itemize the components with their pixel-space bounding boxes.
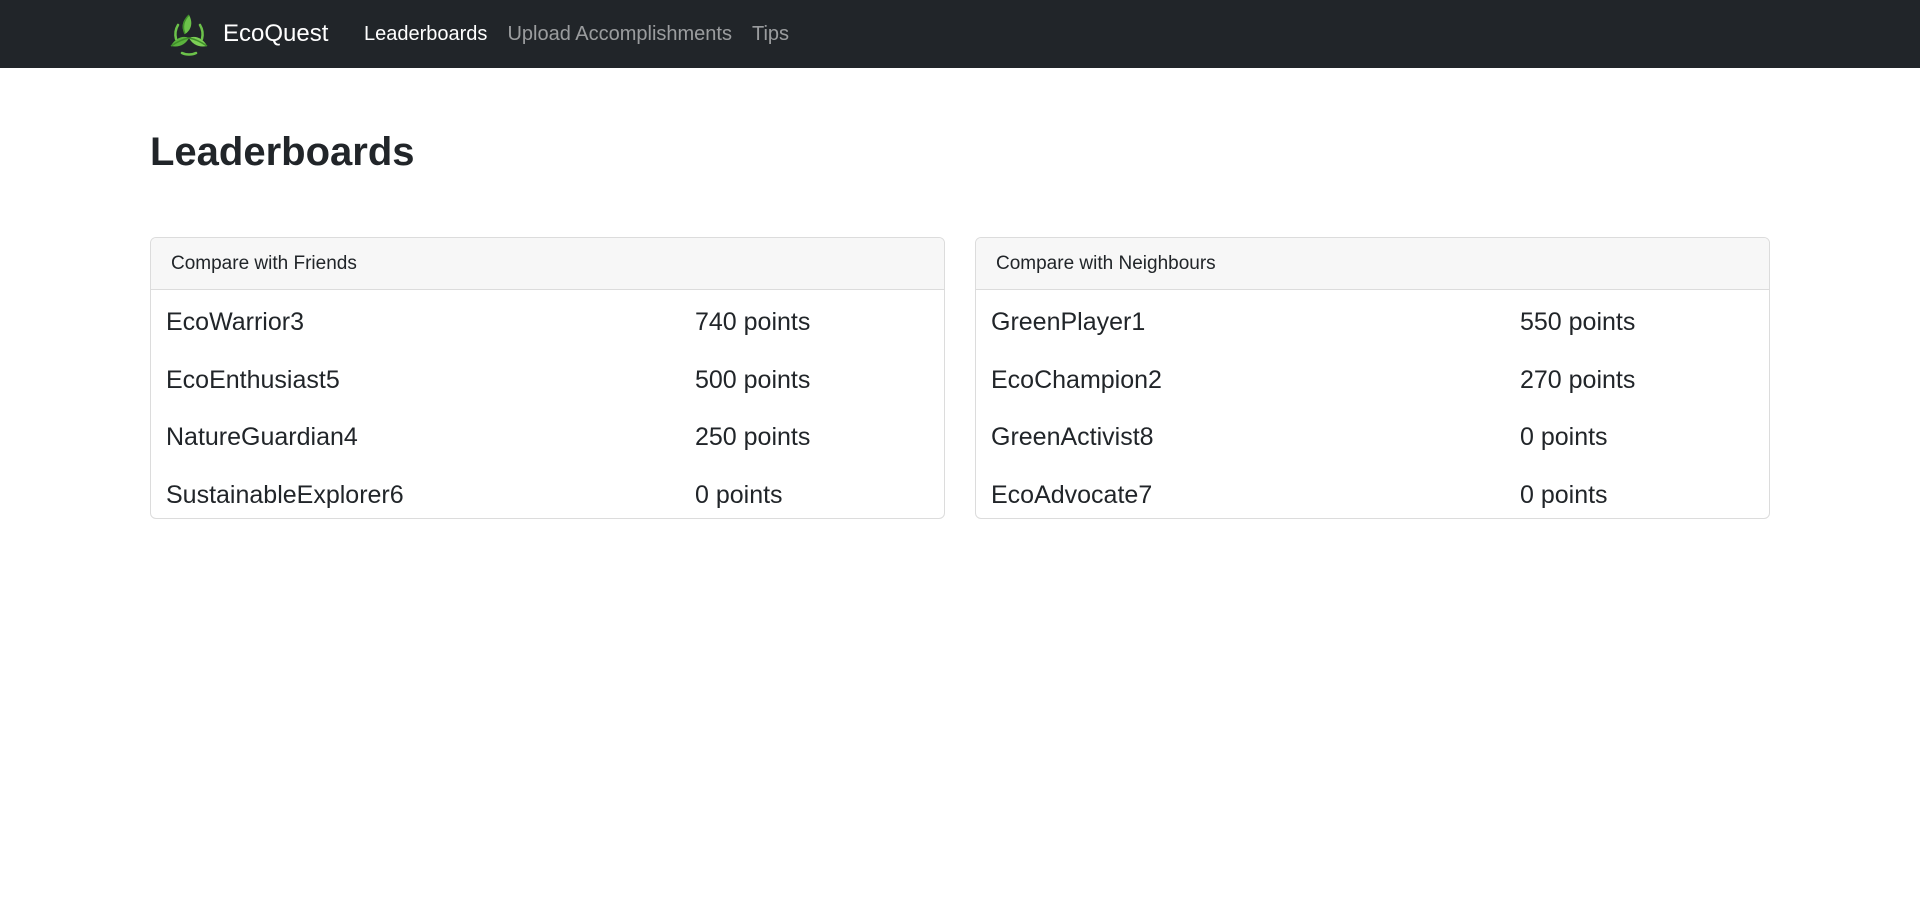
friends-list: EcoWarrior3 740 points EcoEnthusiast5 50… [151, 290, 944, 519]
brand-name: EcoQuest [223, 20, 329, 47]
nav-links: Leaderboards Upload Accomplishments Tips [354, 0, 799, 68]
player-points: 0 points [695, 480, 783, 509]
player-points: 500 points [695, 365, 811, 394]
navbar: EcoQuest Leaderboards Upload Accomplishm… [0, 0, 1920, 68]
nav-link-tips[interactable]: Tips [742, 23, 799, 46]
friends-list-item: EcoWarrior3 740 points [151, 294, 944, 352]
player-name: EcoWarrior3 [166, 308, 304, 337]
neighbours-list: GreenPlayer1 550 points EcoChampion2 270… [976, 290, 1769, 519]
neighbours-list-item: GreenPlayer1 550 points [976, 294, 1769, 352]
player-points: 550 points [1520, 308, 1636, 337]
friends-card-header: Compare with Friends [151, 238, 944, 290]
friends-list-item: NatureGuardian4 250 points [151, 409, 944, 467]
friends-leaderboard-card: Compare with Friends EcoWarrior3 740 poi… [150, 237, 945, 519]
neighbours-list-item: EcoAdvocate7 0 points [976, 467, 1769, 519]
page-title: Leaderboards [150, 130, 415, 174]
player-points: 740 points [695, 308, 811, 337]
friends-list-item: SustainableExplorer6 0 points [151, 467, 944, 519]
nav-link-leaderboards[interactable]: Leaderboards [354, 23, 497, 46]
brand-link[interactable]: EcoQuest [166, 12, 328, 56]
player-name: NatureGuardian4 [166, 423, 358, 452]
neighbours-list-item: GreenActivist8 0 points [976, 409, 1769, 467]
player-name: GreenActivist8 [991, 423, 1154, 452]
player-points: 270 points [1520, 365, 1636, 394]
player-points: 0 points [1520, 480, 1608, 509]
recycle-leaves-icon [170, 14, 208, 56]
neighbours-leaderboard-card: Compare with Neighbours GreenPlayer1 550… [975, 237, 1770, 519]
player-name: GreenPlayer1 [991, 308, 1146, 337]
friends-list-item: EcoEnthusiast5 500 points [151, 352, 944, 410]
player-name: EcoEnthusiast5 [166, 365, 340, 394]
player-name: EcoAdvocate7 [991, 480, 1153, 509]
nav-link-upload-accomplishments[interactable]: Upload Accomplishments [497, 23, 742, 46]
player-points: 250 points [695, 423, 811, 452]
player-name: EcoChampion2 [991, 365, 1162, 394]
neighbours-card-header: Compare with Neighbours [976, 238, 1769, 290]
player-points: 0 points [1520, 423, 1608, 452]
neighbours-list-item: EcoChampion2 270 points [976, 352, 1769, 410]
player-name: SustainableExplorer6 [166, 480, 404, 509]
